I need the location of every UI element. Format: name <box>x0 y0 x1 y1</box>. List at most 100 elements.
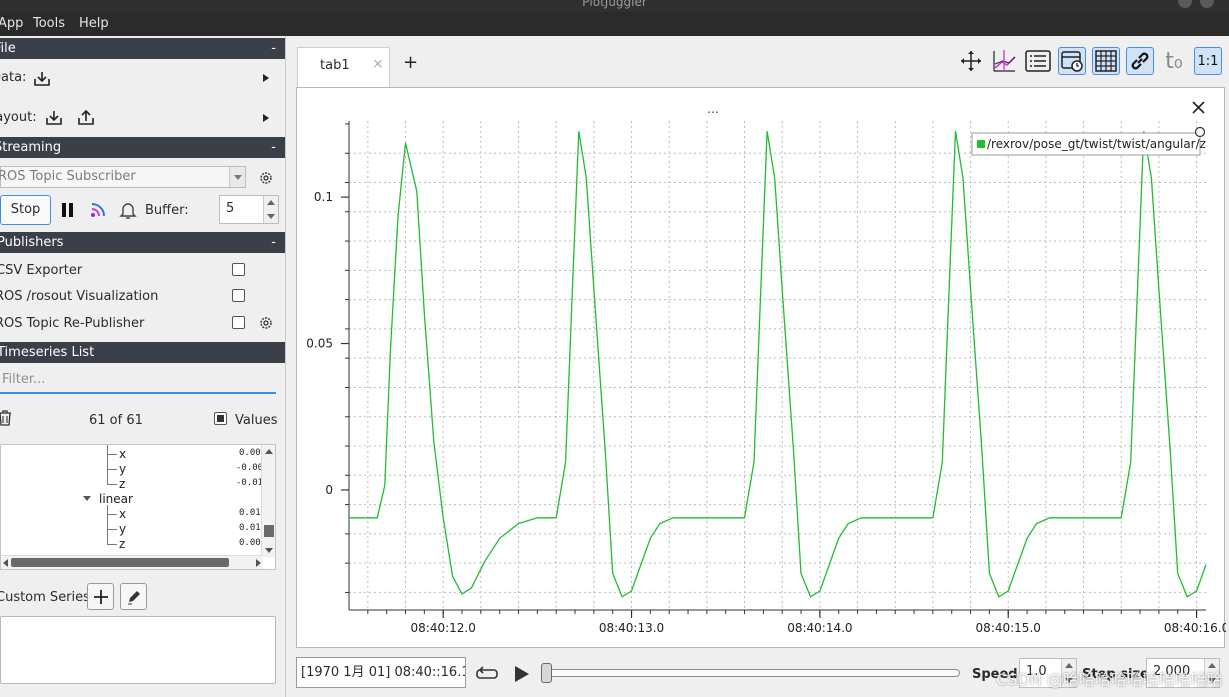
close-tab-icon[interactable]: × <box>372 56 384 72</box>
layout-expand-icon[interactable] <box>263 114 269 122</box>
tab-tab1[interactable]: tab1 × <box>297 47 390 88</box>
publisher-label: ROS Topic Re-Publisher <box>0 316 145 331</box>
x-tick-label: 08:40:16.0 <box>1164 621 1226 635</box>
buffer-spinbox[interactable]: 5 <box>219 195 279 224</box>
tree-item[interactable]: z <box>119 477 125 491</box>
plot-area[interactable]: 08:40:12.0 08:40:13.0 08:40:14.0 08:40:15.0… <box>296 87 1226 649</box>
time-zero-icon[interactable]: t₀ <box>1160 47 1188 75</box>
expand-arrow-icon[interactable] <box>83 496 91 501</box>
spin-arrows-icon[interactable] <box>263 196 278 223</box>
menubar: App Tools Help <box>0 12 1229 36</box>
trash-icon[interactable] <box>0 408 14 428</box>
tab-bar <box>290 40 1229 86</box>
file-section-title: File <box>0 41 16 56</box>
y-tick-label: 0.05 <box>306 337 333 351</box>
tree-value: 0.00 <box>239 538 261 548</box>
filter-placeholder: Filter... <box>2 372 46 387</box>
window-title: PlotJuggler <box>582 0 647 9</box>
one-to-one-label: 1:1 <box>1197 53 1219 69</box>
timeseries-section-title: Timeseries List <box>0 345 95 360</box>
list-icon[interactable] <box>1024 47 1052 75</box>
add-tab-button[interactable]: + <box>403 52 418 73</box>
bell-icon[interactable] <box>117 199 139 221</box>
timeseries-tree[interactable]: x 0.00 y -0.00 z -0.01 linear x 0.01 y 0… <box>0 444 276 570</box>
timeseries-filter-input[interactable]: Filter... <box>0 368 276 394</box>
collapse-icon[interactable]: - <box>271 137 276 158</box>
tree-value: -0.00 <box>236 463 264 473</box>
publisher-checkbox[interactable] <box>232 289 245 302</box>
minimize-icon[interactable] <box>1178 0 1192 8</box>
x-tick-label: 08:40:13.0 <box>599 621 664 635</box>
grid-icon[interactable] <box>1092 47 1120 75</box>
streaming-section-title: Streaming <box>0 140 62 155</box>
plot-chart[interactable]: 08:40:12.0 08:40:13.0 08:40:14.0 08:40:15.0… <box>297 88 1226 649</box>
publishers-section-header[interactable]: Publishers - <box>0 232 285 253</box>
time-settings-icon[interactable] <box>1058 47 1086 75</box>
tree-item[interactable]: y <box>119 522 126 536</box>
tree-value: 0.01 <box>239 523 261 533</box>
time-slider[interactable] <box>544 669 960 677</box>
publisher-label: CSV Exporter <box>0 263 83 278</box>
link-icon[interactable] <box>1126 47 1154 75</box>
custom-series-list[interactable] <box>0 616 276 684</box>
menu-app[interactable]: App <box>0 16 23 31</box>
left-panel: File - Data: Layout: Streaming - ROS Top… <box>0 36 286 697</box>
ratio-icon[interactable] <box>990 47 1018 75</box>
save-layout-icon[interactable] <box>76 108 96 128</box>
import-data-icon[interactable] <box>32 69 52 89</box>
data-label: Data: <box>0 70 27 85</box>
values-label: Values <box>235 413 278 428</box>
data-expand-icon[interactable] <box>263 74 269 82</box>
tab-label: tab1 <box>320 58 350 73</box>
gear-icon[interactable] <box>256 313 276 333</box>
stop-button[interactable]: Stop <box>0 195 51 225</box>
tree-item[interactable]: x <box>119 447 126 461</box>
collapse-icon[interactable]: - <box>271 38 276 59</box>
loop-icon[interactable] <box>474 661 500 687</box>
current-time-field[interactable]: [1970 1月 01] 08:40::16.102 <box>296 657 466 688</box>
buffer-value: 5 <box>226 201 235 216</box>
x-tick-label: 08:40:12.0 <box>411 621 476 635</box>
play-icon[interactable] <box>509 661 533 687</box>
move-icon[interactable] <box>957 47 985 75</box>
tree-item[interactable]: z <box>119 537 125 551</box>
plot-title: ... <box>707 102 718 116</box>
tree-value: 0.00 <box>239 448 261 458</box>
series-line <box>349 131 1207 598</box>
pause-icon[interactable] <box>59 200 77 220</box>
custom-series-label: Custom Series: <box>0 590 95 605</box>
add-custom-series-button[interactable] <box>87 583 114 610</box>
gear-icon[interactable] <box>256 168 276 188</box>
tree-item[interactable]: y <box>119 462 126 476</box>
file-section-header[interactable]: File - <box>0 38 285 59</box>
legend-label: /rexrov/pose_gt/twist/twist/angular/z <box>987 137 1206 151</box>
collapse-icon[interactable]: - <box>271 232 276 253</box>
legend-swatch <box>977 140 985 148</box>
edit-custom-series-button[interactable] <box>120 583 147 610</box>
rss-icon[interactable] <box>87 199 109 221</box>
y-tick-label: 0.1 <box>314 190 333 204</box>
current-time-value: [1970 1月 01] 08:40::16.102 <box>301 665 465 680</box>
window-titlebar: PlotJuggler <box>0 0 1229 12</box>
load-layout-icon[interactable] <box>44 108 64 128</box>
zoom-1to1-icon[interactable]: 1:1 <box>1194 47 1222 75</box>
menu-tools[interactable]: Tools <box>33 16 65 31</box>
time-slider-handle[interactable] <box>541 663 552 683</box>
tree-vertical-scrollbar[interactable] <box>261 445 275 557</box>
tree-item[interactable]: linear <box>99 492 133 506</box>
legend-handle-icon <box>1194 126 1206 138</box>
tree-horizontal-scrollbar[interactable] <box>1 555 263 569</box>
t0-label: t₀ <box>1165 48 1183 74</box>
publisher-checkbox[interactable] <box>232 316 245 329</box>
menu-help[interactable]: Help <box>79 16 109 31</box>
chevron-down-icon[interactable] <box>229 167 245 187</box>
publisher-label: ROS /rosout Visualization <box>0 289 159 304</box>
tree-item[interactable]: x <box>119 507 126 521</box>
streaming-section-header[interactable]: Streaming - <box>0 137 285 158</box>
streaming-source-select[interactable]: ROS Topic Subscriber <box>0 166 246 188</box>
publisher-checkbox[interactable] <box>232 263 245 276</box>
maximize-icon[interactable] <box>1200 0 1214 8</box>
values-checkbox[interactable] <box>214 412 227 425</box>
timeseries-section-header[interactable]: Timeseries List <box>0 342 285 363</box>
x-tick-label: 08:40:15.0 <box>976 621 1041 635</box>
